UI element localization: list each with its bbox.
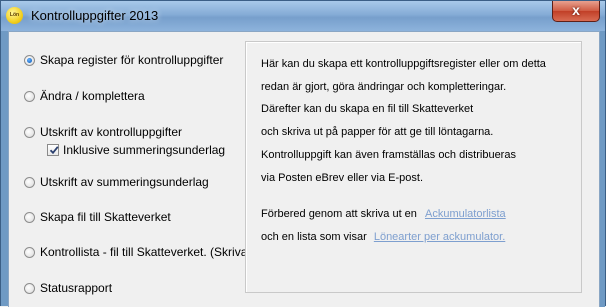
- option-create-file[interactable]: Skapa fil till Skatteverket: [24, 209, 171, 225]
- info-text-line: via Posten eBrev eller via E-post.: [261, 172, 424, 184]
- prep-text: Förbered genom att skriva ut en: [261, 208, 417, 220]
- dialog-body: Skapa register för kontrolluppgifter Änd…: [8, 31, 600, 307]
- radio-button[interactable]: [24, 282, 35, 294]
- option-print-summary[interactable]: Utskrift av summeringsunderlag: [24, 174, 209, 190]
- wage-types-link[interactable]: Lönearter per ackumulator.: [374, 231, 505, 243]
- option-label: Ändra / komplettera: [40, 89, 145, 103]
- radio-button[interactable]: [24, 246, 35, 258]
- radio-button[interactable]: [24, 90, 35, 102]
- info-text-line: redan är gjort, göra ändringar och kompl…: [261, 81, 507, 93]
- option-create-register[interactable]: Skapa register för kontrolluppgifter: [24, 52, 223, 68]
- checkbox-label: Inklusive summeringsunderlag: [63, 142, 226, 157]
- option-label: Statusrapport: [40, 281, 113, 295]
- radio-button-selected[interactable]: [24, 54, 35, 66]
- radio-button[interactable]: [24, 126, 35, 138]
- app-window: Lön Kontrolluppgifter 2013 x Skapa regis…: [0, 0, 606, 307]
- app-logo-icon: Lön: [6, 7, 23, 24]
- info-panel: Här kan du skapa ett kontrolluppgiftsreg…: [245, 41, 582, 293]
- checkbox[interactable]: [47, 143, 59, 156]
- window-title: Kontrolluppgifter 2013: [31, 8, 159, 23]
- accumulator-list-link[interactable]: Ackumulatorlista: [425, 208, 506, 220]
- radio-button[interactable]: [24, 211, 35, 223]
- close-icon: x: [572, 2, 580, 18]
- close-button[interactable]: x: [552, 1, 600, 22]
- option-label: Utskrift av kontrolluppgifter: [40, 125, 183, 139]
- prep-line: Förbered genom att skriva ut en Ackumula…: [261, 208, 506, 220]
- option-checklist-printer[interactable]: Kontrollista - fil till Skatteverket. (S…: [24, 244, 262, 260]
- option-status-report[interactable]: Statusrapport: [24, 280, 112, 296]
- option-label: Kontrollista - fil till Skatteverket. (S…: [40, 245, 263, 259]
- window-right-edge: [600, 31, 605, 307]
- option-label: Utskrift av summeringsunderlag: [40, 175, 209, 189]
- radio-button[interactable]: [24, 176, 35, 188]
- option-label: Skapa register för kontrolluppgifter: [40, 53, 224, 67]
- option-label: Skapa fil till Skatteverket: [40, 210, 171, 224]
- include-summary-checkbox[interactable]: Inklusive summeringsunderlag: [47, 142, 225, 157]
- info-text-line: Kontrolluppgift kan även framställas och…: [261, 149, 516, 161]
- option-edit-complete[interactable]: Ändra / komplettera: [24, 88, 145, 104]
- option-print-statements[interactable]: Utskrift av kontrolluppgifter: [24, 124, 182, 140]
- checkmark-icon: [49, 145, 59, 154]
- title-bar[interactable]: Lön Kontrolluppgifter 2013 x: [1, 1, 605, 31]
- list-text: och en lista som visar: [261, 231, 367, 243]
- info-text-line: Här kan du skapa ett kontrolluppgiftsreg…: [261, 58, 546, 70]
- info-text-line: och skriva ut på papper för att ge till …: [261, 126, 494, 138]
- list-line: och en lista som visar Lönearter per ack…: [261, 231, 505, 243]
- info-text-line: Därefter kan du skapa en fil till Skatte…: [261, 103, 474, 115]
